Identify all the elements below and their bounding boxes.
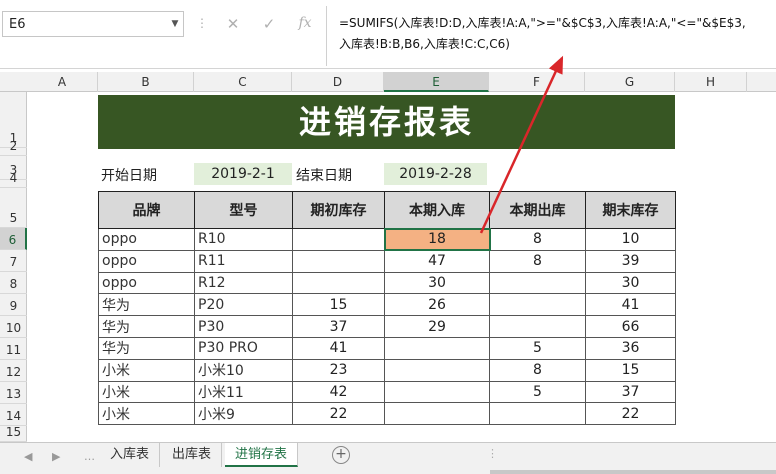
horizontal-scrollbar[interactable] <box>490 470 776 474</box>
add-sheet-icon[interactable]: + <box>332 446 350 464</box>
sheet-tab[interactable]: 入库表 <box>100 443 161 467</box>
sheet-tab[interactable]: 出库表 <box>162 443 223 467</box>
grip-icon[interactable]: ⋮ <box>487 447 498 460</box>
annotation-arrow <box>479 55 564 234</box>
sheet-tab[interactable]: 进销存表 <box>225 443 299 467</box>
scroll-right-icon[interactable]: ▶ <box>52 450 60 463</box>
tab-more-icon[interactable]: … <box>84 450 95 463</box>
scroll-left-icon[interactable]: ◀ <box>24 450 32 463</box>
sheet-tab-bar: ◀ ▶ … 入库表 出库表 进销存表 + ⋮ <box>0 442 776 474</box>
